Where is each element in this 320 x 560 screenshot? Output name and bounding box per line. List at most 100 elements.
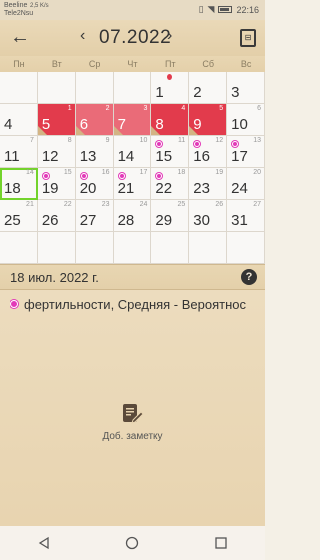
day-cell[interactable]: 95	[189, 104, 228, 136]
back-arrow-icon[interactable]: ←	[10, 26, 30, 49]
weekday-label: Ср	[88, 59, 101, 69]
carrier-1: Beeline	[4, 2, 28, 9]
day-number: 14	[117, 148, 135, 165]
day-cell[interactable]: 18 14	[0, 168, 38, 200]
day-cell[interactable]: 17 13	[227, 136, 265, 168]
day-cell[interactable]: 26 22	[37, 200, 76, 232]
day-cell[interactable]: 27 23	[75, 200, 114, 232]
day-cell[interactable]: 12 8	[37, 136, 76, 168]
cycle-day-number: 15	[63, 169, 72, 176]
weekday-label: Вт	[51, 59, 62, 69]
day-cell[interactable]: 19 15	[37, 168, 76, 200]
day-cell[interactable]: 51	[37, 104, 76, 136]
day-number: 27	[79, 212, 97, 229]
cycle-day-number: 14	[26, 169, 34, 176]
day-number: 16	[193, 148, 210, 165]
selected-date-bar: 18 июл. 2022 г. ?	[0, 264, 265, 290]
system-nav-bar	[0, 526, 265, 560]
day-cell[interactable]: 10 6	[227, 104, 265, 136]
prev-month-chevron-icon[interactable]: ‹	[80, 27, 85, 45]
fertility-row: фертильности, Средняя - Вероятнос	[10, 297, 260, 312]
day-number: 11	[4, 148, 20, 165]
weekday-label: Сб	[202, 59, 215, 69]
cycle-day-number: 6	[257, 105, 261, 112]
weekday-label: Пт	[165, 59, 176, 69]
cycle-day-number: 9	[105, 137, 110, 144]
add-note-icon[interactable]	[121, 401, 143, 425]
empty-cell	[227, 232, 265, 264]
day-cell[interactable]: 11 7	[0, 136, 38, 168]
fertile-dot-icon	[42, 173, 49, 179]
day-number: 26	[41, 212, 59, 229]
nav-recents-icon[interactable]	[212, 534, 230, 552]
day-number: 31	[231, 212, 248, 229]
day-cell[interactable]: 3	[227, 72, 265, 104]
next-month-chevron-icon[interactable]: ›	[167, 27, 172, 45]
carrier-info: Beeline Tele2Nsu	[4, 2, 33, 18]
day-cell[interactable]: 84	[151, 104, 190, 136]
calendar-grid: 1 2 3 4 5 1 6 2 7 3 8 4 9 5 10 6 11 7 12 8 13 9 14 10 15 11 16 12 17…	[0, 72, 265, 264]
calculator-icon[interactable]: ⊟	[240, 29, 256, 47]
cycle-day-number: 10	[139, 137, 148, 144]
cycle-day-number: 16	[101, 169, 110, 176]
corner-fold-icon	[37, 126, 47, 135]
cycle-day-number: 22	[63, 201, 72, 208]
cycle-day-number: 5	[219, 105, 224, 112]
cycle-day-number: 4	[181, 105, 186, 112]
day-cell[interactable]: 4	[0, 104, 38, 136]
day-cell[interactable]: 23 19	[189, 168, 228, 200]
empty-cell	[113, 72, 152, 104]
period-drop-icon	[167, 74, 173, 80]
day-cell[interactable]: 20 16	[75, 168, 114, 200]
month-title[interactable]: 07.2022	[99, 27, 171, 49]
day-number: 18	[4, 180, 21, 197]
day-cell[interactable]: 14 10	[113, 136, 152, 168]
corner-fold-icon	[113, 126, 123, 135]
day-cell[interactable]: 73	[113, 104, 152, 136]
day-number: 25	[4, 212, 21, 229]
day-cell[interactable]: 1	[151, 72, 190, 104]
day-cell[interactable]: 24 20	[227, 168, 265, 200]
day-cell[interactable]: 25 21	[0, 200, 38, 232]
cycle-day-number: 26	[215, 201, 224, 208]
day-number: 21	[117, 180, 135, 197]
day-number: 23	[193, 180, 210, 197]
cycle-day-number: 12	[215, 137, 224, 144]
status-bar: Beeline Tele2Nsu 2,5 K/s ▯ ◥ 22:16	[0, 0, 265, 20]
corner-fold-icon	[151, 126, 161, 135]
nav-home-icon[interactable]	[123, 534, 141, 552]
day-number: 3	[231, 84, 240, 101]
day-cell[interactable]: 28 24	[113, 200, 152, 232]
empty-cell	[0, 72, 38, 104]
day-detail-panel: фертильности, Средняя - Вероятнос Доб. з…	[0, 290, 265, 526]
cycle-day-number: 3	[143, 105, 148, 112]
cycle-day-number: 25	[177, 201, 186, 208]
day-number: 22	[155, 180, 173, 197]
day-cell[interactable]: 62	[75, 104, 114, 136]
day-cell[interactable]: 15 11	[151, 136, 190, 168]
wifi-icon: ◥	[207, 4, 215, 14]
selected-date-label: 18 июл. 2022 г.	[10, 270, 99, 285]
clock: 22:16	[236, 4, 259, 15]
corner-fold-icon	[189, 126, 199, 135]
cycle-day-number: 13	[253, 137, 261, 144]
day-cell[interactable]: 29 25	[151, 200, 190, 232]
day-number: 1	[155, 84, 164, 101]
corner-fold-icon	[75, 126, 85, 135]
nav-back-icon[interactable]	[35, 534, 53, 552]
day-cell[interactable]: 30 26	[189, 200, 228, 232]
help-icon[interactable]: ?	[241, 269, 257, 285]
empty-cell	[113, 232, 152, 264]
day-number: 24	[231, 180, 248, 197]
day-cell[interactable]: 31 27	[227, 200, 265, 232]
day-number: 10	[231, 116, 248, 133]
day-cell[interactable]: 16 12	[189, 136, 228, 168]
cycle-day-number: 21	[26, 201, 34, 208]
day-cell[interactable]: 13 9	[75, 136, 114, 168]
add-note-label[interactable]: Доб. заметку	[0, 431, 265, 442]
day-cell[interactable]: 21 17	[113, 168, 152, 200]
cycle-day-number: 11	[178, 137, 186, 144]
day-cell[interactable]: 22 18	[151, 168, 190, 200]
day-cell[interactable]: 2	[189, 72, 228, 104]
cycle-day-number: 27	[253, 201, 261, 208]
